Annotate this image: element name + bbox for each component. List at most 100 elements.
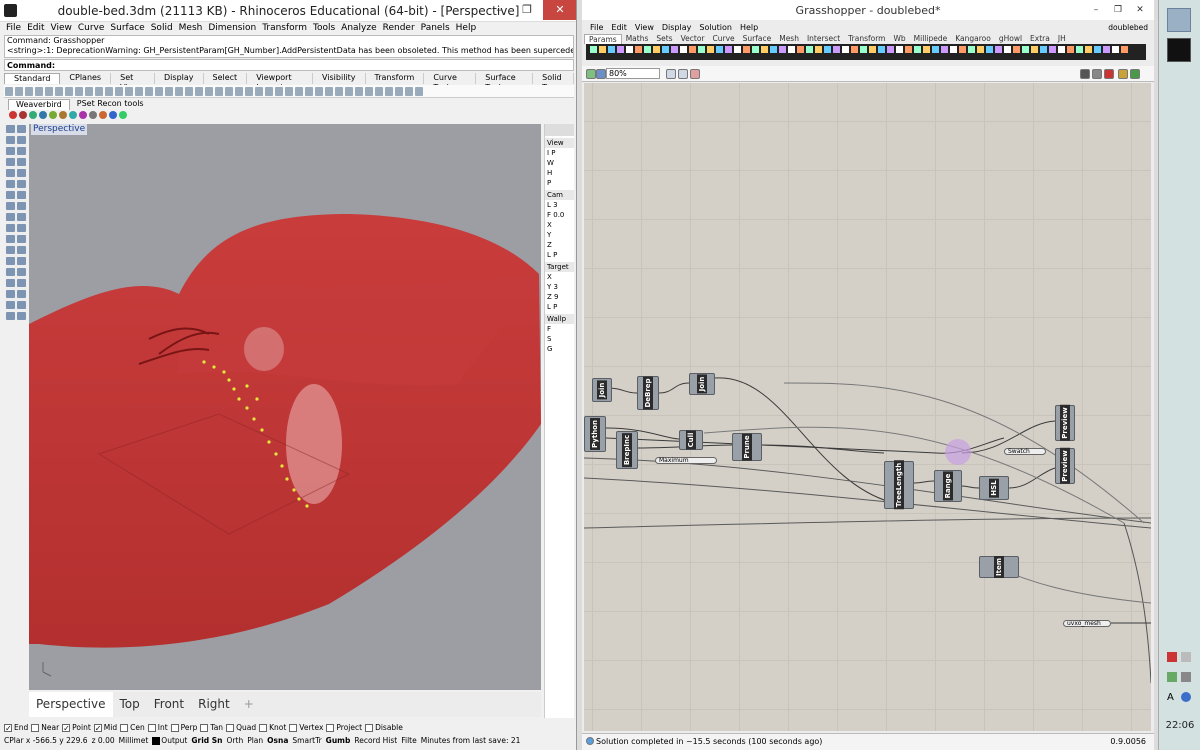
osnap-perp[interactable]: Perp <box>170 721 197 734</box>
props-field[interactable]: Z <box>545 240 574 250</box>
gh-component-treelength[interactable]: TreeLength <box>884 460 914 510</box>
gh-component-icon[interactable] <box>743 46 750 53</box>
gh-component-icon[interactable] <box>779 46 786 53</box>
command-history[interactable]: Command: Grasshopper <string>:1: Depreca… <box>4 35 574 58</box>
tab-solid-tools[interactable]: Solid To <box>533 73 575 92</box>
gh-component-icon[interactable] <box>887 46 894 53</box>
side-tool-icon[interactable] <box>17 125 26 133</box>
gh-component-icon[interactable] <box>914 46 921 53</box>
gh-component-icon[interactable] <box>716 46 723 53</box>
toolbar-tool-icon[interactable] <box>265 87 273 96</box>
gh-tab-wb[interactable]: Wb <box>889 34 909 44</box>
gh-tab-ghowl[interactable]: gHowl <box>995 34 1026 44</box>
gh-component-icon[interactable] <box>671 46 678 53</box>
gh-component-icon[interactable] <box>698 46 705 53</box>
props-field[interactable]: G <box>545 344 574 354</box>
ortho-toggle[interactable]: Orth <box>227 735 244 747</box>
gh-component-icon[interactable] <box>869 46 876 53</box>
side-tool-icon[interactable] <box>6 224 15 232</box>
toolbar-tool-icon[interactable] <box>405 87 413 96</box>
maximize-icon[interactable]: ❐ <box>513 0 541 20</box>
gh-component-icon[interactable] <box>1121 46 1128 53</box>
tab-transform[interactable]: Transform <box>366 73 425 84</box>
tab-cplanes[interactable]: CPlanes <box>60 73 112 84</box>
weaverbird-tool-icon[interactable] <box>39 111 47 119</box>
toolbar-tool-icon[interactable] <box>35 87 43 96</box>
gh-close-icon[interactable]: ✕ <box>1126 0 1154 20</box>
ime-icon[interactable]: A <box>1167 692 1174 703</box>
weaverbird-tool-icon[interactable] <box>29 111 37 119</box>
gh-component-icon[interactable] <box>635 46 642 53</box>
gh-tab-curve[interactable]: Curve <box>709 34 739 44</box>
toolbar-tool-icon[interactable] <box>155 87 163 96</box>
gh-component-prune[interactable]: Prune <box>732 433 762 461</box>
tab-top[interactable]: Top <box>113 692 147 717</box>
props-field[interactable]: X <box>545 220 574 230</box>
gh-component-icon[interactable] <box>959 46 966 53</box>
toolbar-tool-icon[interactable] <box>285 87 293 96</box>
side-tool-icon[interactable] <box>6 147 15 155</box>
side-tool-icon[interactable] <box>6 312 15 320</box>
gh-title-bar[interactable]: Grasshopper - doublebed* – ❐ ✕ <box>582 0 1154 20</box>
taskbar-clock[interactable]: 22:06 <box>1159 720 1200 731</box>
menu-analyze[interactable]: Analyze <box>341 22 376 34</box>
osnap-tan[interactable]: Tan <box>200 721 223 734</box>
side-tool-icon[interactable] <box>17 279 26 287</box>
side-tool-icon[interactable] <box>6 180 15 188</box>
gh-tab-millipede[interactable]: Millipede <box>910 34 952 44</box>
gh-component-icon[interactable] <box>752 46 759 53</box>
gh-tab-transform[interactable]: Transform <box>844 34 889 44</box>
gh-component-icon[interactable] <box>986 46 993 53</box>
notification-icon[interactable] <box>1167 652 1177 662</box>
gh-component-icon[interactable] <box>797 46 804 53</box>
osnap-cen[interactable]: Cen <box>120 721 145 734</box>
command-input[interactable]: Command: <box>4 59 574 71</box>
gumball-toggle[interactable]: Gumb <box>326 735 351 747</box>
gh-component-brepinc[interactable]: BrepInc <box>616 431 638 469</box>
grid-snap-toggle[interactable]: Grid Sn <box>191 735 222 747</box>
osnap-disable[interactable]: Disable <box>365 721 403 734</box>
menu-edit[interactable]: Edit <box>27 22 44 34</box>
tab-select[interactable]: Select <box>204 73 248 84</box>
toolbar-tool-icon[interactable] <box>295 87 303 96</box>
gh-component-cull[interactable]: Cull <box>679 430 703 450</box>
osnap-knot[interactable]: Knot <box>259 721 286 734</box>
toolbar-tool-icon[interactable] <box>275 87 283 96</box>
gh-tab-jh[interactable]: JH <box>1054 34 1070 44</box>
toolbar-tool-icon[interactable] <box>75 87 83 96</box>
tab-weaverbird[interactable]: Weaverbird <box>8 99 70 110</box>
units[interactable]: Millimet <box>119 735 149 747</box>
gh-menu-help[interactable]: Help <box>740 22 758 34</box>
side-tool-icon[interactable] <box>6 191 15 199</box>
gh-component-icon[interactable] <box>788 46 795 53</box>
weaverbird-tool-icon[interactable] <box>9 111 17 119</box>
gh-component-icon[interactable] <box>599 46 606 53</box>
osnap-project[interactable]: Project <box>326 721 362 734</box>
gh-component-icon[interactable] <box>761 46 768 53</box>
gh-menu-solution[interactable]: Solution <box>699 22 732 34</box>
menu-render[interactable]: Render <box>383 22 415 34</box>
osnap-int[interactable]: Int <box>147 721 168 734</box>
gh-component-icon[interactable] <box>1049 46 1056 53</box>
gh-component-icon[interactable] <box>1103 46 1110 53</box>
osnap-vertex[interactable]: Vertex <box>289 721 323 734</box>
weaverbird-tool-icon[interactable] <box>89 111 97 119</box>
gh-param-swatch[interactable]: Swatch <box>1004 448 1046 455</box>
osnap-point[interactable]: Point <box>62 721 91 734</box>
mesh-quality-icon[interactable] <box>1130 69 1140 79</box>
gh-component-icon[interactable] <box>995 46 1002 53</box>
gh-tab-mesh[interactable]: Mesh <box>775 34 803 44</box>
gh-component-icon[interactable] <box>1076 46 1083 53</box>
smarttrack-toggle[interactable]: SmartTr <box>292 735 321 747</box>
weaverbird-tool-icon[interactable] <box>119 111 127 119</box>
taskbar-app-icon[interactable] <box>1167 8 1191 32</box>
tab-curve-tools[interactable]: Curve Tools <box>424 73 477 92</box>
toolbar-tool-icon[interactable] <box>145 87 153 96</box>
toolbar-tool-icon[interactable] <box>355 87 363 96</box>
toolbar-tool-icon[interactable] <box>415 87 423 96</box>
toolbar-tool-icon[interactable] <box>235 87 243 96</box>
rhino-taskbar-icon[interactable] <box>1167 38 1191 62</box>
gh-tab-maths[interactable]: Maths <box>622 34 653 44</box>
side-tool-icon[interactable] <box>6 279 15 287</box>
gh-component-icon[interactable] <box>842 46 849 53</box>
